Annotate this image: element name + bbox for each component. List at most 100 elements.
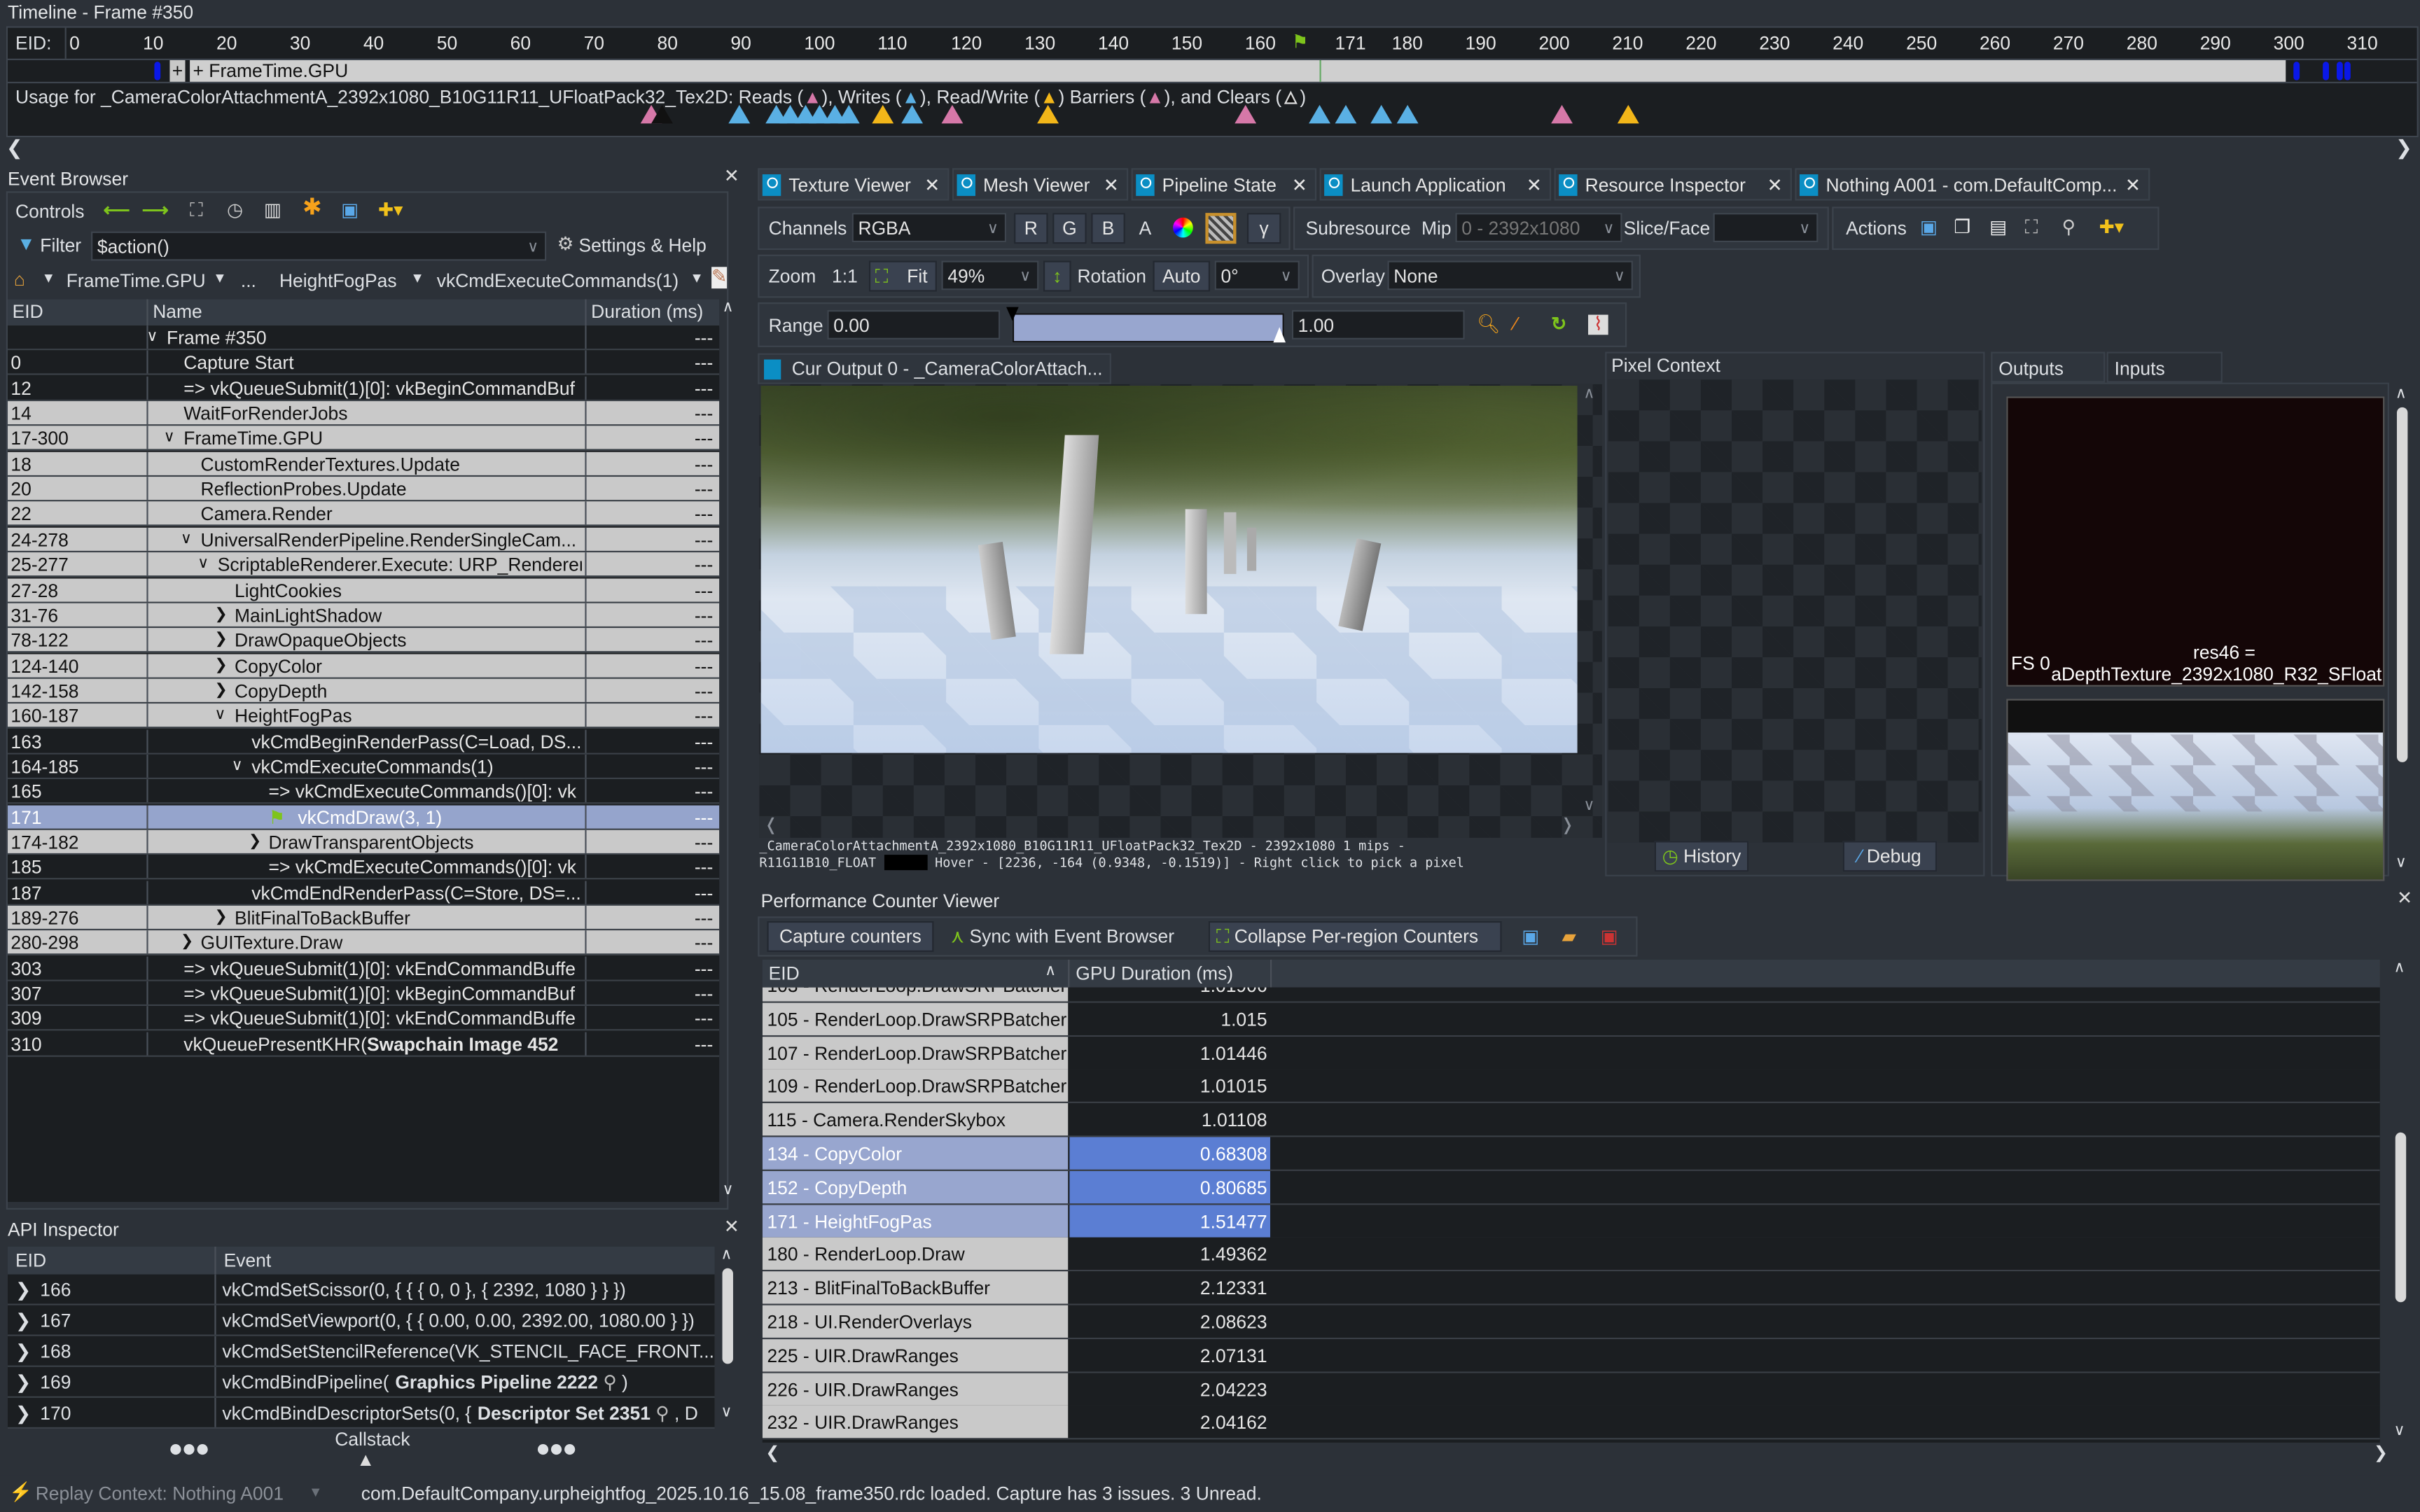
perf-row[interactable]: 226 - UIR.DrawRanges 2.04223 <box>762 1372 2380 1407</box>
tab-outputs[interactable]: Outputs <box>1991 351 2106 383</box>
tab-resource-inspector[interactable]: Resource Inspector ✕ <box>1554 168 1792 201</box>
perf-row[interactable]: 180 - RenderLoop.Draw 1.49362 <box>762 1238 2380 1273</box>
save-icon[interactable]: ▣ <box>1522 927 1539 946</box>
usage-marker-read[interactable] <box>1235 104 1257 124</box>
debug-button[interactable]: ⁄ Debug <box>1842 841 1938 872</box>
open-icon[interactable]: ▤ <box>1989 218 2007 236</box>
event-row[interactable]: 174-182 ❯ DrawTransparentObjects --- <box>8 830 720 855</box>
event-row[interactable]: 14 WaitForRenderJobs --- <box>8 401 720 426</box>
usage-marker-readwrite[interactable] <box>871 104 893 124</box>
chevron-right-icon[interactable]: ❯ <box>15 1398 31 1427</box>
usage-marker-clear[interactable] <box>651 104 673 124</box>
chevron-down-icon[interactable]: ∨ <box>214 704 225 727</box>
breadcrumb-dropdown-icon[interactable]: ▼ <box>690 270 704 286</box>
close-icon[interactable]: ✕ <box>924 169 940 202</box>
sync-event-browser-toggle[interactable]: ⋏ Sync with Event Browser <box>951 925 1174 947</box>
close-icon[interactable]: ✕ <box>2397 887 2412 909</box>
timeline-eid-ruler[interactable]: EID: 0 10 20 30 40 50 60 70 80 90 100 110 120 130 140 1… <box>8 27 2417 60</box>
auto-fit-wand-icon[interactable]: ⁄ <box>1514 315 1517 333</box>
close-icon[interactable]: ✕ <box>2125 169 2141 202</box>
rotation-flip-icon[interactable]: ↕ <box>1043 260 1071 292</box>
marker-frametime-gpu[interactable]: + FrameTime.GPU <box>190 59 2286 82</box>
usage-marker-readwrite[interactable] <box>1617 104 1639 124</box>
marker-expand-button[interactable]: + <box>169 59 186 82</box>
thumbnail-color[interactable] <box>2006 699 2385 881</box>
asterisk-icon[interactable]: ✱ <box>302 196 322 219</box>
perf-row[interactable]: 232 - UIR.DrawRanges 2.04162 <box>762 1406 2380 1441</box>
breadcrumb-item[interactable]: HeightFogPas <box>279 270 397 292</box>
event-row[interactable]: 187 vkCmdEndRenderPass(C=Store, DS=... --- <box>8 880 720 906</box>
event-row[interactable]: 25-277 ∨ ScriptableRenderer.Execute: URP_R… <box>8 552 720 578</box>
event-row[interactable]: 310 vkQueuePresentKHR(Swapchain Image 452… <box>8 1032 720 1057</box>
save-icon[interactable]: ▣ <box>341 201 359 219</box>
thumbnail-depth[interactable]: FS 0 res46 = aDepthTexture_2392x1080_R32… <box>2006 396 2385 687</box>
channel-b-toggle[interactable]: B <box>1091 213 1125 244</box>
breadcrumb-item[interactable]: vkCmdExecuteCommands(1) <box>437 270 679 292</box>
tab-launch-application[interactable]: Launch Application ✕ <box>1319 168 1552 201</box>
perf-row[interactable]: 134 - CopyColor 0.68308 <box>762 1137 2380 1171</box>
puzzle-icon[interactable]: ✚▾ <box>2099 218 2124 236</box>
column-header-eid[interactable]: EID <box>15 1250 46 1271</box>
chevron-down-icon[interactable]: ∨ <box>164 426 175 449</box>
tab-mesh-viewer[interactable]: Mesh Viewer ✕ <box>952 168 1129 202</box>
perf-vscrollbar[interactable]: ∧ ∨ <box>2391 960 2412 1444</box>
collapse-per-region-toggle[interactable]: ⛶ Collapse Per-region Counters <box>1208 920 1502 952</box>
chevron-right-icon[interactable]: ❯ <box>214 906 227 929</box>
settings-help-button[interactable]: Settings & Help <box>579 234 707 256</box>
usage-marker-write[interactable] <box>1308 104 1330 124</box>
zoom-select[interactable]: 49% ∨ <box>941 260 1039 290</box>
clock-icon[interactable]: ◷ <box>227 201 243 219</box>
capture-counters-button[interactable]: Capture counters <box>767 920 934 952</box>
range-min-input[interactable]: 0.00 <box>827 310 1001 340</box>
range-max-handle[interactable] <box>1273 327 1286 343</box>
perf-row[interactable]: 171 - HeightFogPas 1.51477 <box>762 1204 2380 1238</box>
open-folder-icon[interactable]: ▰ <box>1562 927 1576 946</box>
output-tab[interactable]: Cur Output 0 - _CameraColorAttach... <box>758 353 1111 384</box>
callstack-toggle[interactable]: Callstack <box>335 1429 410 1450</box>
event-row[interactable]: 189-276 ❯ BlitFinalToBackBuffer --- <box>8 905 720 931</box>
puzzle-icon[interactable]: ✚▾ <box>378 201 403 219</box>
home-icon[interactable]: ⌂ <box>14 270 25 288</box>
chevron-right-icon[interactable]: ❯ <box>214 628 227 651</box>
reset-range-icon[interactable]: ↻ <box>1551 315 1566 333</box>
canvas-hscroll-right[interactable]: ❭ <box>1560 815 1574 834</box>
rotation-select[interactable]: 0° ∨ <box>1214 260 1300 290</box>
breadcrumb-item[interactable]: FrameTime.GPU <box>67 270 206 292</box>
perf-row[interactable]: 225 - UIR.DrawRanges 2.07131 <box>762 1338 2380 1373</box>
breadcrumb-dropdown-icon[interactable]: ▼ <box>42 270 56 286</box>
column-header-name[interactable]: Name <box>153 301 202 323</box>
range-min-handle[interactable] <box>1006 307 1019 321</box>
perf-hscrollbar[interactable]: ❮ ❯ <box>763 1443 2391 1464</box>
status-message[interactable]: com.DefaultCompany.urpheightfog_2025.10.… <box>361 1483 1262 1504</box>
perf-row[interactable]: 105 - RenderLoop.DrawSRPBatcher 1.015 <box>762 1002 2380 1037</box>
overlay-select[interactable]: None ∨ <box>1387 260 1633 290</box>
event-row[interactable]: 12 => vkQueueSubmit(1)[0]: vkBeginCommand… <box>8 376 720 401</box>
usage-marker-write[interactable] <box>1371 104 1393 124</box>
event-row[interactable]: 31-76 ❯ MainLightShadow --- <box>8 603 720 628</box>
event-row[interactable]: 185 => vkCmdExecuteCommands()[0]: vk --- <box>8 855 720 881</box>
event-row[interactable]: 307 => vkQueueSubmit(1)[0]: vkBeginComman… <box>8 981 720 1007</box>
tab-inputs[interactable]: Inputs <box>2106 351 2223 383</box>
chevron-right-icon[interactable]: ❯ <box>214 679 227 702</box>
link-icon[interactable]: ⚲ <box>598 1371 616 1393</box>
arrow-left-icon[interactable]: ⟵ <box>104 201 130 219</box>
usage-marker-read[interactable] <box>941 104 964 124</box>
timeline-hscrollbar[interactable]: ❮ ❯ <box>6 136 2416 160</box>
perf-row[interactable]: 213 - BlitFinalToBackBuffer 2.12331 <box>762 1271 2380 1306</box>
chevron-right-icon[interactable]: ❯ <box>249 830 261 853</box>
perf-row[interactable]: 109 - RenderLoop.DrawSRPBatcher 1.01015 <box>762 1070 2380 1104</box>
usage-marker-write[interactable] <box>1334 104 1356 124</box>
bookmark-bars-icon[interactable]: ▥ <box>264 201 281 219</box>
filter-input[interactable]: $action() ∨ <box>91 231 547 261</box>
save-texture-icon[interactable]: ▣ <box>1920 218 1938 236</box>
export-icon[interactable]: ▣ <box>1601 927 1618 946</box>
channel-r-toggle[interactable]: R <box>1014 213 1048 244</box>
breadcrumb-dropdown-icon[interactable]: ▼ <box>213 270 227 286</box>
event-row[interactable]: 78-122 ❯ DrawOpaqueObjects --- <box>8 628 720 653</box>
event-row[interactable]: 18 CustomRenderTextures.Update --- <box>8 451 720 477</box>
api-row[interactable]: ❯ 167 vkCmdSetViewport(0, { { 0.00, 0.00, … <box>8 1305 715 1336</box>
timeline-marker-lane[interactable]: + + FrameTime.GPU <box>8 59 2417 84</box>
mip-select[interactable]: 0 - 2392x1080 ∨ <box>1455 213 1622 243</box>
breadcrumb-dropdown-icon[interactable]: ▼ <box>410 270 424 286</box>
close-icon[interactable]: ✕ <box>1104 169 1119 202</box>
